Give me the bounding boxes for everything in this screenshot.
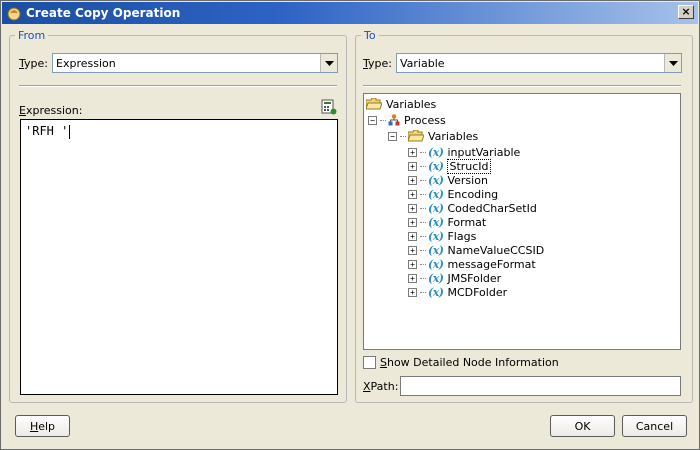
xpath-label: XPath: (363, 380, 399, 393)
tree-connector (420, 165, 426, 167)
text-caret (69, 124, 71, 139)
tree-node-variables-root[interactable]: Variables (366, 97, 436, 111)
expand-icon[interactable]: + (408, 287, 417, 297)
variable-icon: (x) (428, 145, 444, 159)
create-copy-operation-dialog: Create Copy Operation × From Type: Expre… (0, 0, 700, 450)
from-legend: From (18, 29, 46, 42)
tree-node-label: Flags (447, 229, 477, 243)
tree-node-label: NameValueCCSID (447, 243, 545, 257)
to-legend: To (364, 29, 376, 42)
tree-node-label: Variables (428, 129, 479, 143)
expression-builder-icon[interactable] (321, 99, 337, 115)
tree-node-variable[interactable]: + (x) Version (408, 173, 488, 187)
tree-node-variable[interactable]: + (x) Flags (408, 229, 476, 243)
ok-button[interactable]: OK (550, 415, 615, 437)
variable-icon: (x) (428, 187, 444, 201)
from-separator (19, 85, 337, 87)
tree-node-variable[interactable]: + (x) Encoding (408, 187, 498, 201)
title-bar[interactable]: Create Copy Operation × (2, 2, 698, 24)
tree-connector (420, 263, 426, 265)
variable-icon: (x) (428, 173, 444, 187)
expression-label: Expression: (19, 104, 83, 117)
expand-icon[interactable]: + (408, 231, 417, 241)
chevron-down-icon[interactable] (664, 54, 681, 72)
variable-icon: (x) (428, 243, 444, 257)
variable-icon: (x) (428, 271, 444, 285)
tree-node-label: messageFormat (447, 257, 536, 271)
expand-icon[interactable]: + (408, 203, 417, 213)
expand-icon[interactable]: + (408, 217, 417, 227)
from-type-select[interactable]: Expression (52, 53, 338, 73)
expand-icon[interactable]: + (408, 161, 417, 171)
tree-connector (420, 151, 426, 153)
tree-node-variable[interactable]: + (x) StrucId (408, 158, 491, 174)
tree-node-label: Format (447, 215, 487, 229)
expand-icon[interactable]: + (408, 259, 417, 269)
tree-node-variable[interactable]: + (x) CodedCharSetId (408, 201, 537, 215)
to-separator (363, 85, 681, 87)
expand-icon[interactable]: + (408, 273, 417, 283)
variable-icon: (x) (428, 229, 444, 243)
variables-tree[interactable]: Variables − Process − Variables + (x) inpu… (363, 93, 681, 350)
tree-node-variable[interactable]: + (x) Format (408, 215, 486, 229)
tree-node-process[interactable]: − Process (368, 113, 446, 127)
tree-connector (380, 119, 386, 121)
expand-icon[interactable]: + (408, 175, 417, 185)
tree-node-label: MCDFolder (447, 285, 508, 299)
tree-node-variable[interactable]: + (x) NameValueCCSID (408, 243, 544, 257)
from-type-label: Type: (19, 57, 48, 70)
from-type-value: Expression (56, 56, 116, 70)
tree-node-variable[interactable]: + (x) messageFormat (408, 257, 536, 271)
tree-node-label: Process (404, 113, 446, 127)
to-type-select[interactable]: Variable (396, 53, 682, 73)
close-icon: × (681, 5, 691, 18)
tree-node-variable[interactable]: + (x) JMSFolder (408, 271, 501, 285)
tree-connector (420, 179, 426, 181)
tree-connector (420, 235, 426, 237)
to-type-value: Variable (400, 56, 445, 70)
folder-open-icon (408, 130, 424, 142)
tree-node-variable[interactable]: + (x) inputVariable (408, 145, 520, 159)
app-icon (7, 7, 21, 21)
collapse-icon[interactable]: − (388, 131, 397, 141)
help-button[interactable]: Help (15, 415, 70, 437)
variable-icon: (x) (428, 257, 444, 271)
tree-node-label: inputVariable (447, 145, 521, 159)
tree-node-variables-folder[interactable]: − Variables (388, 129, 478, 143)
tree-node-variable[interactable]: + (x) MCDFolder (408, 285, 507, 299)
variable-icon: (x) (428, 201, 444, 215)
chevron-down-icon[interactable] (320, 54, 337, 72)
process-icon (388, 114, 400, 126)
cancel-button[interactable]: Cancel (622, 415, 687, 437)
variable-icon: (x) (428, 215, 444, 229)
expand-icon[interactable]: + (408, 245, 417, 255)
tree-node-label: JMSFolder (447, 271, 502, 285)
variable-icon: (x) (428, 159, 444, 173)
expression-textarea[interactable]: 'RFH ' (20, 119, 338, 395)
tree-node-label: Encoding (447, 187, 499, 201)
window-title: Create Copy Operation (26, 6, 181, 20)
tree-connector (420, 207, 426, 209)
tree-node-label: StrucId (447, 158, 491, 174)
expand-icon[interactable]: + (408, 147, 417, 157)
tree-connector (400, 135, 406, 137)
folder-open-icon (366, 98, 382, 110)
tree-connector (420, 277, 426, 279)
expression-text: 'RFH ' (25, 124, 69, 138)
tree-node-label: Version (447, 173, 488, 187)
collapse-icon[interactable]: − (368, 115, 377, 125)
variable-icon: (x) (428, 285, 444, 299)
show-detailed-checkbox[interactable] (363, 356, 376, 369)
tree-connector (420, 193, 426, 195)
tree-connector (420, 249, 426, 251)
to-type-label: Type: (363, 57, 392, 70)
show-detailed-label[interactable]: Show Detailed Node Information (380, 356, 559, 369)
close-button[interactable]: × (678, 5, 694, 19)
tree-connector (420, 221, 426, 223)
tree-node-label: CodedCharSetId (447, 201, 537, 215)
xpath-input[interactable] (400, 376, 681, 396)
tree-connector (420, 291, 426, 293)
expand-icon[interactable]: + (408, 189, 417, 199)
tree-node-label: Variables (386, 97, 437, 111)
